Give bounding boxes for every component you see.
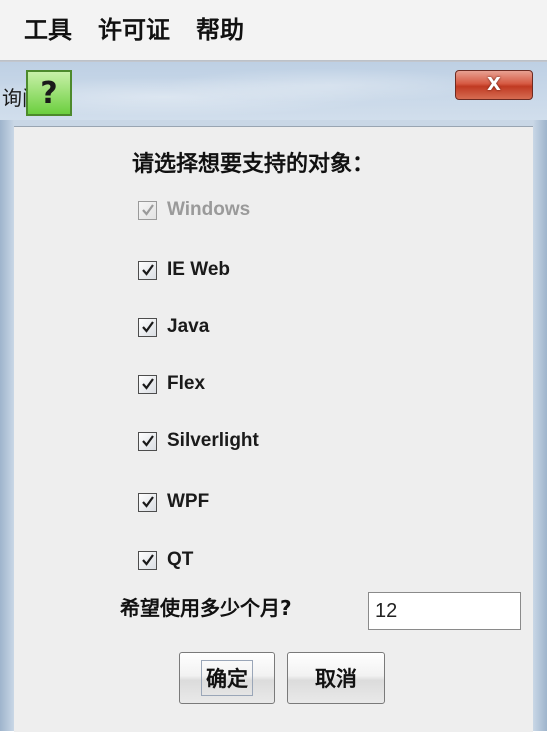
dialog-content [14,126,533,732]
checkmark-icon [141,204,154,216]
option-windows-checkbox [138,200,157,220]
checkmark-icon [141,264,154,276]
option-windows-row: Windows [138,196,250,224]
question-icon: ? [26,70,72,116]
close-button[interactable]: X [455,70,533,100]
months-input[interactable] [368,592,521,630]
option-wpf-label: WPF [167,491,210,512]
checkmark-icon [141,321,154,333]
option-java-checkbox[interactable] [138,317,157,337]
checkmark-icon [141,435,154,447]
option-silverlight-label: Silverlight [167,430,259,451]
menu-tools[interactable]: 工具 [24,0,72,60]
cancel-button[interactable]: 取消 [287,652,385,704]
ok-button-label: 确定 [201,660,253,696]
dialog-prompt: 请选择想要支持的对象： [132,152,375,177]
option-wpf-checkbox[interactable] [138,492,157,512]
dialog-titlebar[interactable]: 询问 X [0,62,547,120]
option-ie-web-row[interactable]: IE Web [138,256,230,284]
option-windows-label: Windows [167,199,251,220]
menu-bar: 工具 许可证 帮助 [0,0,547,60]
checkmark-icon [141,554,154,566]
option-flex-row[interactable]: Flex [138,370,205,398]
ok-button[interactable]: 确定 [179,652,275,704]
option-java-row[interactable]: Java [138,313,209,341]
option-qt-checkbox[interactable] [138,550,157,570]
option-ie-web-label: IE Web [167,259,230,280]
option-qt-label: QT [167,549,194,570]
option-wpf-row[interactable]: WPF [138,488,209,516]
option-silverlight-row[interactable]: Silverlight [138,427,259,455]
menu-help[interactable]: 帮助 [196,0,244,60]
option-java-label: Java [167,316,210,337]
option-silverlight-checkbox[interactable] [138,431,157,451]
option-flex-label: Flex [167,373,206,394]
close-icon: X [487,74,501,95]
checkmark-icon [141,378,154,390]
option-ie-web-checkbox[interactable] [138,260,157,280]
checkmark-icon [141,496,154,508]
question-mark-glyph: ? [40,75,58,111]
option-qt-row[interactable]: QT [138,546,193,574]
option-flex-checkbox[interactable] [138,374,157,394]
months-label: 希望使用多少个月? [120,596,292,620]
cancel-button-label: 取消 [315,667,357,691]
menu-license[interactable]: 许可证 [98,0,170,60]
